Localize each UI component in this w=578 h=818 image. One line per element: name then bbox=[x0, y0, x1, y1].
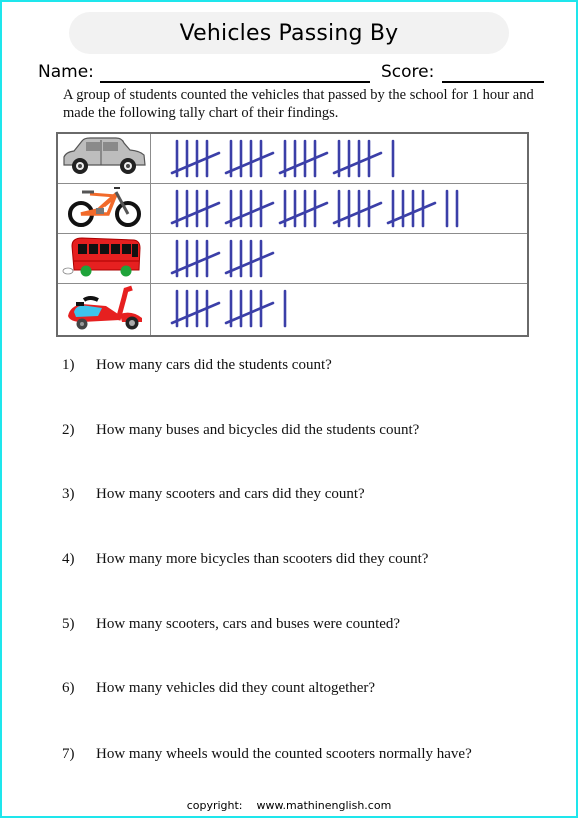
vehicle-cell bbox=[56, 132, 151, 184]
vehicle-cell bbox=[56, 283, 151, 337]
question-text: How many buses and bicycles did the stud… bbox=[96, 422, 420, 438]
tally-cross-stroke bbox=[224, 251, 275, 275]
question-number: 5) bbox=[62, 616, 75, 632]
question-text: How many wheels would the counted scoote… bbox=[96, 746, 472, 762]
tally-cross-stroke bbox=[170, 151, 221, 175]
question-item: 7) How many wheels would the counted sco… bbox=[62, 746, 542, 766]
tally-marks bbox=[170, 239, 275, 278]
name-score-row: Name: Score: bbox=[38, 62, 548, 86]
car-icon bbox=[63, 137, 146, 174]
vehicle-cell bbox=[56, 183, 151, 234]
worksheet-page: Vehicles Passing By Name: Score: A group… bbox=[0, 0, 578, 818]
copyright-label: copyright: bbox=[186, 799, 243, 812]
tally-cross-stroke bbox=[278, 151, 329, 175]
vehicle-cell bbox=[56, 233, 151, 284]
question-number: 2) bbox=[62, 422, 75, 438]
question-text: How many cars did the students count? bbox=[96, 357, 332, 373]
title-banner: Vehicles Passing By bbox=[69, 12, 509, 54]
score-field[interactable] bbox=[442, 81, 544, 83]
tally-chart bbox=[56, 132, 529, 337]
tally-row-bus bbox=[56, 233, 529, 284]
tally-cross-stroke bbox=[386, 201, 437, 225]
tally-marks bbox=[170, 289, 287, 328]
tally-cross-stroke bbox=[224, 301, 275, 325]
tally-marks-cell bbox=[150, 233, 529, 284]
question-item: 6) How many vehicles did they count alto… bbox=[62, 680, 542, 700]
question-number: 3) bbox=[62, 486, 75, 502]
question-number: 6) bbox=[62, 680, 75, 696]
tally-cross-stroke bbox=[224, 201, 275, 225]
tally-marks-cell bbox=[150, 132, 529, 184]
question-item: 3) How many scooters and cars did they c… bbox=[62, 486, 542, 506]
tally-marks-cell bbox=[150, 283, 529, 337]
tally-cross-stroke bbox=[332, 201, 383, 225]
question-number: 7) bbox=[62, 746, 75, 762]
tally-row-scooter bbox=[56, 283, 529, 337]
question-item: 4) How many more bicycles than scooters … bbox=[62, 551, 542, 571]
tally-cross-stroke bbox=[170, 301, 221, 325]
tally-marks bbox=[170, 189, 459, 228]
question-text: How many more bicycles than scooters did… bbox=[96, 551, 429, 567]
tally-marks bbox=[170, 139, 395, 178]
question-item: 1) How many cars did the students count? bbox=[62, 357, 542, 377]
tally-row-car bbox=[56, 132, 529, 184]
scooter-icon bbox=[68, 285, 142, 330]
intro-text: A group of students counted the vehicles… bbox=[63, 87, 534, 121]
question-text: How many scooters and cars did they coun… bbox=[96, 486, 365, 502]
tally-cross-stroke bbox=[332, 151, 383, 175]
question-text: How many vehicles did they count altoget… bbox=[96, 680, 376, 696]
bus-icon bbox=[62, 237, 141, 277]
score-label: Score: bbox=[381, 62, 435, 82]
name-field[interactable] bbox=[100, 81, 370, 83]
name-label: Name: bbox=[38, 62, 94, 82]
tally-cross-stroke bbox=[278, 201, 329, 225]
question-text: How many scooters, cars and buses were c… bbox=[96, 616, 401, 632]
page-title: Vehicles Passing By bbox=[179, 20, 399, 46]
website-link[interactable]: www.mathinenglish.com bbox=[257, 799, 392, 812]
question-item: 2) How many buses and bicycles did the s… bbox=[62, 422, 542, 442]
question-number: 4) bbox=[62, 551, 75, 567]
bicycle-icon bbox=[68, 187, 141, 227]
tally-row-bicycle bbox=[56, 183, 529, 234]
tally-cross-stroke bbox=[224, 151, 275, 175]
tally-cross-stroke bbox=[170, 251, 221, 275]
copyright-footer: copyright: www.mathinenglish.com bbox=[2, 799, 576, 812]
question-item: 5) How many scooters, cars and buses wer… bbox=[62, 616, 542, 636]
tally-cross-stroke bbox=[170, 201, 221, 225]
question-number: 1) bbox=[62, 357, 75, 373]
tally-marks-cell bbox=[150, 183, 529, 234]
